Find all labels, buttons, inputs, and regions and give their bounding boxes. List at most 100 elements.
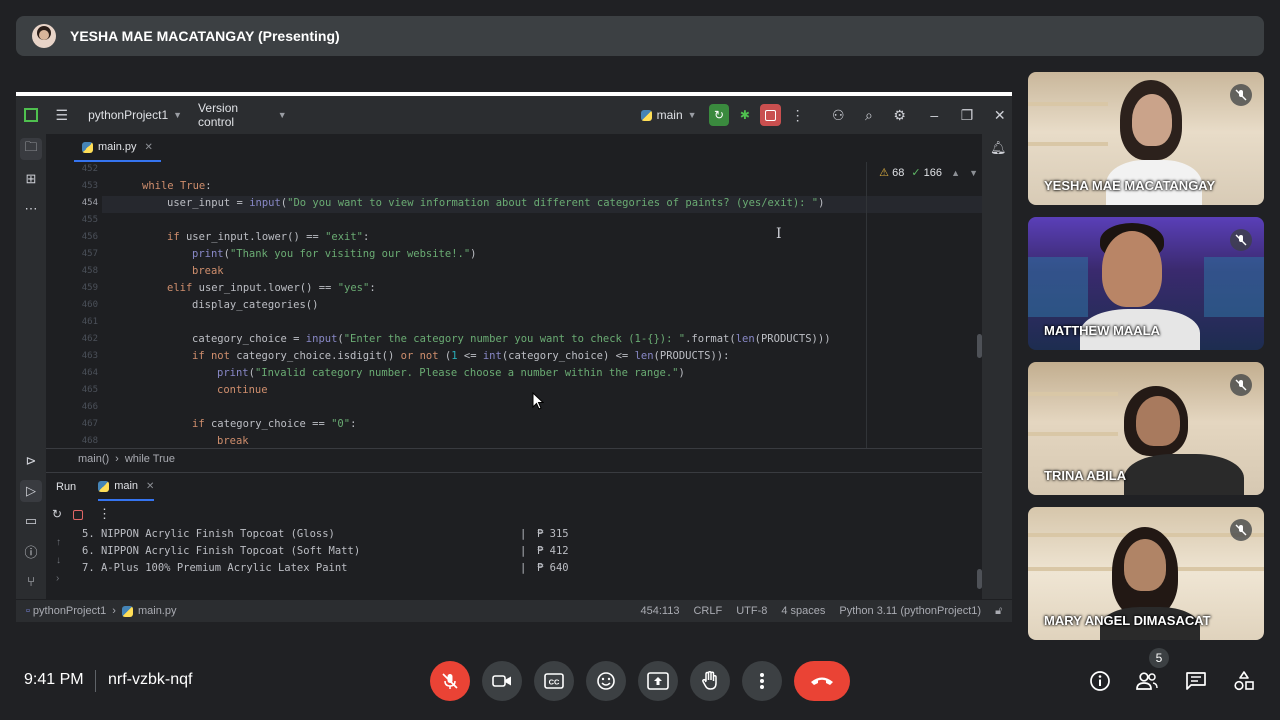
run-tab-label: main: [114, 480, 139, 492]
people-icon: [1136, 672, 1158, 690]
line-number: 458: [81, 266, 98, 276]
camera-icon: [492, 675, 511, 687]
people-count: 5: [1155, 651, 1163, 665]
line-number: 457: [81, 249, 98, 259]
divider: [95, 670, 96, 692]
run-tool-icon[interactable]: ▷: [20, 480, 42, 502]
tab-main-py[interactable]: main.py ✕: [74, 134, 161, 162]
participant-name: MATTHEW MAALA: [1044, 323, 1161, 338]
more-horizontal-icon[interactable]: ⋯: [20, 198, 42, 220]
version-control-selector[interactable]: Version control ▼: [198, 101, 287, 129]
code-line: user_input = input("Do you want to view …: [167, 197, 825, 209]
output-price: ₱ 640: [537, 562, 569, 574]
ide-logo-icon: [24, 108, 38, 122]
project-folder-icon[interactable]: 🗀: [20, 138, 42, 160]
meeting-code[interactable]: nrf-vzbk-nqf: [108, 671, 192, 689]
scroll-down-icon[interactable]: ↓: [56, 555, 61, 566]
add-user-icon[interactable]: ⚇: [826, 107, 851, 124]
project-selector[interactable]: pythonProject1 ▼: [88, 108, 182, 122]
chat-icon: [1186, 672, 1206, 690]
captions-button[interactable]: CC: [534, 661, 574, 701]
breadcrumb: main() › while True: [46, 448, 982, 468]
leave-call-button[interactable]: [794, 661, 850, 701]
problems-icon[interactable]: ⓘ: [20, 540, 42, 562]
tab-run-main[interactable]: main ✕: [98, 473, 155, 501]
notifications-bell-icon[interactable]: 🔔︎: [990, 140, 1007, 156]
line-number-gutter: 452 453 454 455 456 457 458 459 460 461 462 463 464 4…: [46, 162, 102, 448]
restore-icon[interactable]: ❐: [955, 107, 980, 124]
participant-tile[interactable]: YESHA MAE MACATANGAY: [1028, 72, 1264, 205]
muted-mic-icon: [1230, 519, 1252, 541]
rerun-icon[interactable]: ↻: [52, 507, 62, 521]
people-button[interactable]: [1134, 668, 1160, 694]
muted-mic-icon: [1230, 84, 1252, 106]
lock-icon[interactable]: 🔓︎: [995, 605, 1002, 618]
status-indent[interactable]: 4 spaces: [781, 605, 825, 617]
chevron-right-icon: ›: [115, 452, 119, 465]
debug-bug-icon[interactable]: ✱: [734, 104, 755, 126]
stop-icon[interactable]: [73, 510, 83, 520]
more-vertical-icon[interactable]: ⋮: [785, 107, 810, 124]
camera-toggle-button[interactable]: [482, 661, 522, 701]
more-vertical-icon[interactable]: ⋮: [98, 506, 111, 522]
search-icon[interactable]: ⌕: [857, 107, 882, 124]
participant-name: MARY ANGEL DIMASACAT: [1044, 613, 1211, 628]
output-price: ₱ 412: [537, 545, 569, 557]
close-tab-icon[interactable]: ✕: [145, 142, 153, 153]
run-panel-title: Run: [56, 481, 77, 493]
minimize-icon[interactable]: –: [922, 107, 947, 123]
services-icon[interactable]: ⊳: [20, 450, 42, 472]
terminal-icon[interactable]: ▭: [20, 510, 42, 532]
project-path[interactable]: ▫ pythonProject1 › main.py: [26, 605, 177, 617]
python-file-icon: [82, 141, 93, 153]
status-bar: ▫ pythonProject1 › main.py 454:113 CRLF …: [16, 599, 1012, 622]
close-icon[interactable]: ✕: [987, 107, 1012, 124]
status-line-separator[interactable]: CRLF: [693, 605, 722, 617]
right-tool-strip: 🔔︎: [982, 134, 1012, 600]
warning-count: 68: [892, 167, 905, 179]
mic-toggle-button[interactable]: [430, 661, 470, 701]
inspection-widget[interactable]: ⚠ 68 ✓ 166 ▲ ▼: [879, 166, 978, 179]
reactions-button[interactable]: [586, 661, 626, 701]
chevron-right-icon[interactable]: ›: [56, 573, 59, 584]
line-number: 467: [81, 419, 98, 429]
git-icon[interactable]: ⑂: [20, 570, 42, 592]
participant-tile[interactable]: MATTHEW MAALA: [1028, 217, 1264, 350]
breadcrumb-item[interactable]: while True: [125, 453, 175, 465]
raise-hand-button[interactable]: [690, 661, 730, 701]
output-line: 7. A-Plus 100% Premium Acrylic Latex Pai…: [82, 562, 348, 574]
code-line: break: [192, 265, 224, 277]
chat-button[interactable]: [1183, 668, 1209, 694]
chevron-down-icon[interactable]: ▼: [969, 168, 978, 178]
structure-icon[interactable]: ⊞: [20, 168, 42, 190]
rerun-button[interactable]: ↻: [708, 104, 730, 126]
python-icon: [98, 480, 110, 492]
status-interpreter[interactable]: Python 3.11 (pythonProject1): [839, 605, 981, 617]
scroll-up-icon[interactable]: ↑: [56, 537, 61, 548]
settings-gear-icon[interactable]: ⚙: [887, 107, 912, 124]
present-screen-button[interactable]: [638, 661, 678, 701]
more-options-button[interactable]: [742, 661, 782, 701]
status-encoding[interactable]: UTF-8: [736, 605, 767, 617]
breadcrumb-item[interactable]: main(): [78, 453, 109, 465]
code-line: elif user_input.lower() == "yes":: [167, 282, 376, 294]
line-number: 468: [81, 436, 98, 446]
code-line: if not category_choice.isdigit() or not …: [192, 350, 730, 362]
status-position[interactable]: 454:113: [641, 605, 680, 617]
chevron-down-icon: ▼: [173, 110, 183, 120]
code-line: display_categories(): [192, 299, 319, 311]
stop-button[interactable]: [760, 104, 782, 126]
presenter-label: YESHA MAE MACATANGAY (Presenting): [70, 28, 340, 44]
participant-tile[interactable]: MARY ANGEL DIMASACAT: [1028, 507, 1264, 640]
close-tab-icon[interactable]: ✕: [146, 481, 154, 492]
code-editor[interactable]: 452 453 454 455 456 457 458 459 460 461 462 463 464 4…: [46, 162, 982, 448]
run-config-selector[interactable]: main ▼: [640, 108, 697, 122]
main-menu-icon[interactable]: ☰: [56, 107, 69, 124]
chevron-right-icon: ›: [112, 605, 116, 617]
ide-toolbar: ☰ pythonProject1 ▼ Version control ▼ main ▼…: [16, 96, 1012, 134]
chevron-up-icon[interactable]: ▲: [951, 168, 960, 178]
project-name: pythonProject1: [88, 108, 169, 122]
activities-button[interactable]: [1231, 668, 1257, 694]
participant-tile[interactable]: TRINA ABILA: [1028, 362, 1264, 495]
meeting-details-button[interactable]: [1087, 668, 1113, 694]
